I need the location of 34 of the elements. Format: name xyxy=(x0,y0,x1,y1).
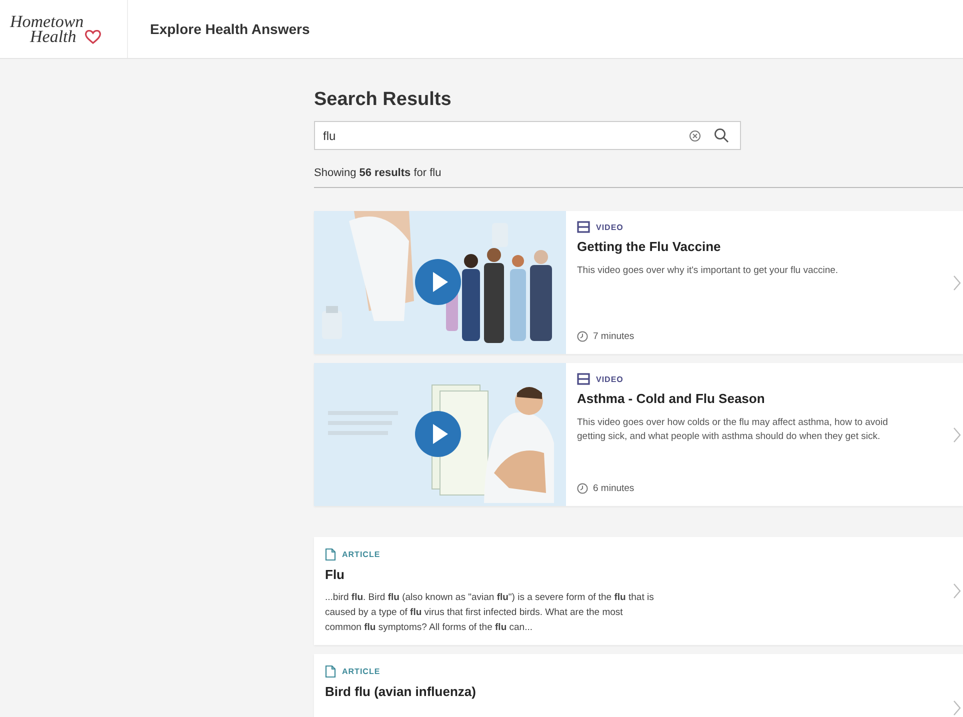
clear-icon[interactable] xyxy=(689,130,701,142)
clock-icon xyxy=(577,483,588,494)
result-card[interactable]: VIDEO Getting the Flu Vaccine This video goes over why it's important to get your flu vaccine. 7 minutes xyxy=(314,211,963,354)
play-button[interactable] xyxy=(415,411,461,457)
result-title[interactable]: Getting the Flu Vaccine xyxy=(577,239,952,254)
site-title[interactable]: Explore Health Answers xyxy=(150,21,310,37)
heart-icon xyxy=(84,30,101,44)
content-type-label: VIDEO xyxy=(596,374,624,384)
result-description: This video goes over why it's important to get your flu vaccine. xyxy=(577,264,840,278)
duration-text: 6 minutes xyxy=(593,483,634,494)
result-description: This video goes over how colds or the flu may affect asthma, how to avoid getting sick, and what people with asthma should do when they get sick. xyxy=(577,416,889,444)
results-summary: Showing 56 results for flu xyxy=(314,167,963,188)
result-snippet: ...bird flu. Bird flu (also known as "avian flu") is a severe form of the flu that is caused by a type of flu virus that first infected birds. What are the most common flu symptoms? All forms of the flu can... xyxy=(325,591,655,635)
content-type-label: ARTICLE xyxy=(342,667,380,676)
clock-icon xyxy=(577,331,588,342)
page-heading: Search Results xyxy=(314,89,452,111)
result-card[interactable]: VIDEO Asthma - Cold and Flu Season This video goes over how colds or the flu may affect asthma, how to avoid getting sick, and what people with asthma should do when they get sick. 6 minutes xyxy=(314,363,963,506)
logo-text: Hometown xyxy=(10,14,84,29)
play-button[interactable] xyxy=(415,259,461,305)
content-type-label: ARTICLE xyxy=(342,550,380,559)
film-icon xyxy=(577,373,590,385)
result-title[interactable]: Bird flu (avian influenza) xyxy=(325,684,952,699)
result-card[interactable]: ARTICLE Bird flu (avian influenza) xyxy=(314,654,963,717)
result-title[interactable]: Asthma - Cold and Flu Season xyxy=(577,391,952,406)
search-icon[interactable] xyxy=(714,128,729,142)
logo-text: Health xyxy=(30,29,76,44)
content-type-label: VIDEO xyxy=(596,222,624,232)
duration-text: 7 minutes xyxy=(593,331,634,342)
result-title[interactable]: Flu xyxy=(325,567,952,582)
document-icon xyxy=(325,665,336,678)
document-icon xyxy=(325,548,336,561)
result-card[interactable] xyxy=(314,537,963,645)
film-icon xyxy=(577,221,590,233)
search-field[interactable]: flu xyxy=(314,121,741,150)
